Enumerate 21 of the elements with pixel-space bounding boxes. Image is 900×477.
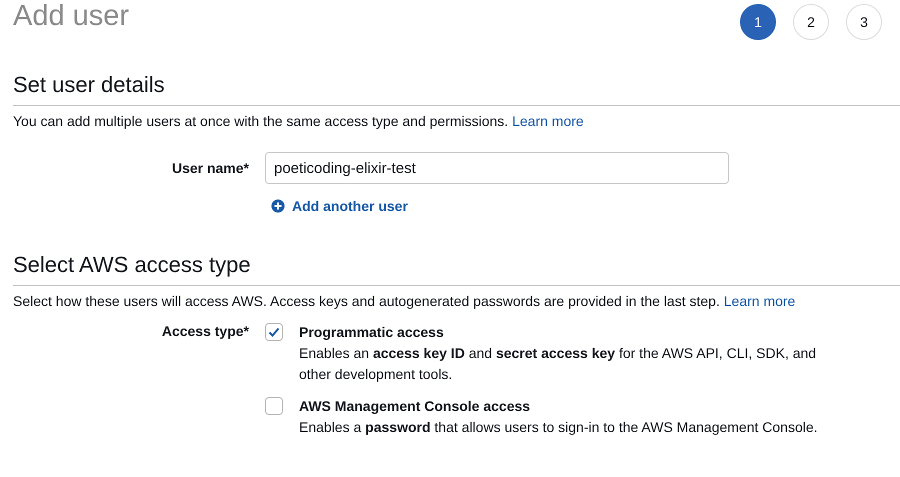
step-indicator: 1 (740, 4, 776, 40)
add-another-user-link[interactable]: Add another user (271, 198, 408, 214)
checkbox[interactable] (265, 323, 283, 341)
learn-more-link[interactable]: Learn more (512, 113, 584, 129)
user-name-field[interactable]: poeticoding-elixir-test (265, 152, 729, 184)
page-title: Add user (13, 0, 130, 32)
step-indicator: 3 (846, 4, 882, 40)
learn-more-link[interactable]: Learn more (724, 293, 796, 309)
section-description: Select how these users will access AWS. Access keys and autogenerated passwords are provided in the last step. Learn more (13, 292, 796, 310)
section-heading: Set user details (13, 72, 166, 98)
add-icon (271, 199, 285, 213)
step-indicator: 2 (793, 4, 829, 40)
option-description: Enables a password that allows users to sign-in to the AWS Management Console. (299, 418, 819, 437)
section-description: You can add multiple users at once with the same access type and permissions. Learn more (13, 112, 585, 130)
field-label: User name* (170, 159, 249, 178)
field-label: Access type* (160, 323, 249, 341)
checkbox[interactable] (265, 397, 283, 415)
section-heading: Select AWS access type (13, 252, 252, 278)
option-description: Enables an access key ID and secret access key for the AWS API, CLI, SDK, and other development tools. (299, 344, 818, 384)
option-title: AWS Management Console access (299, 397, 532, 415)
option-title: Programmatic access (299, 323, 445, 341)
